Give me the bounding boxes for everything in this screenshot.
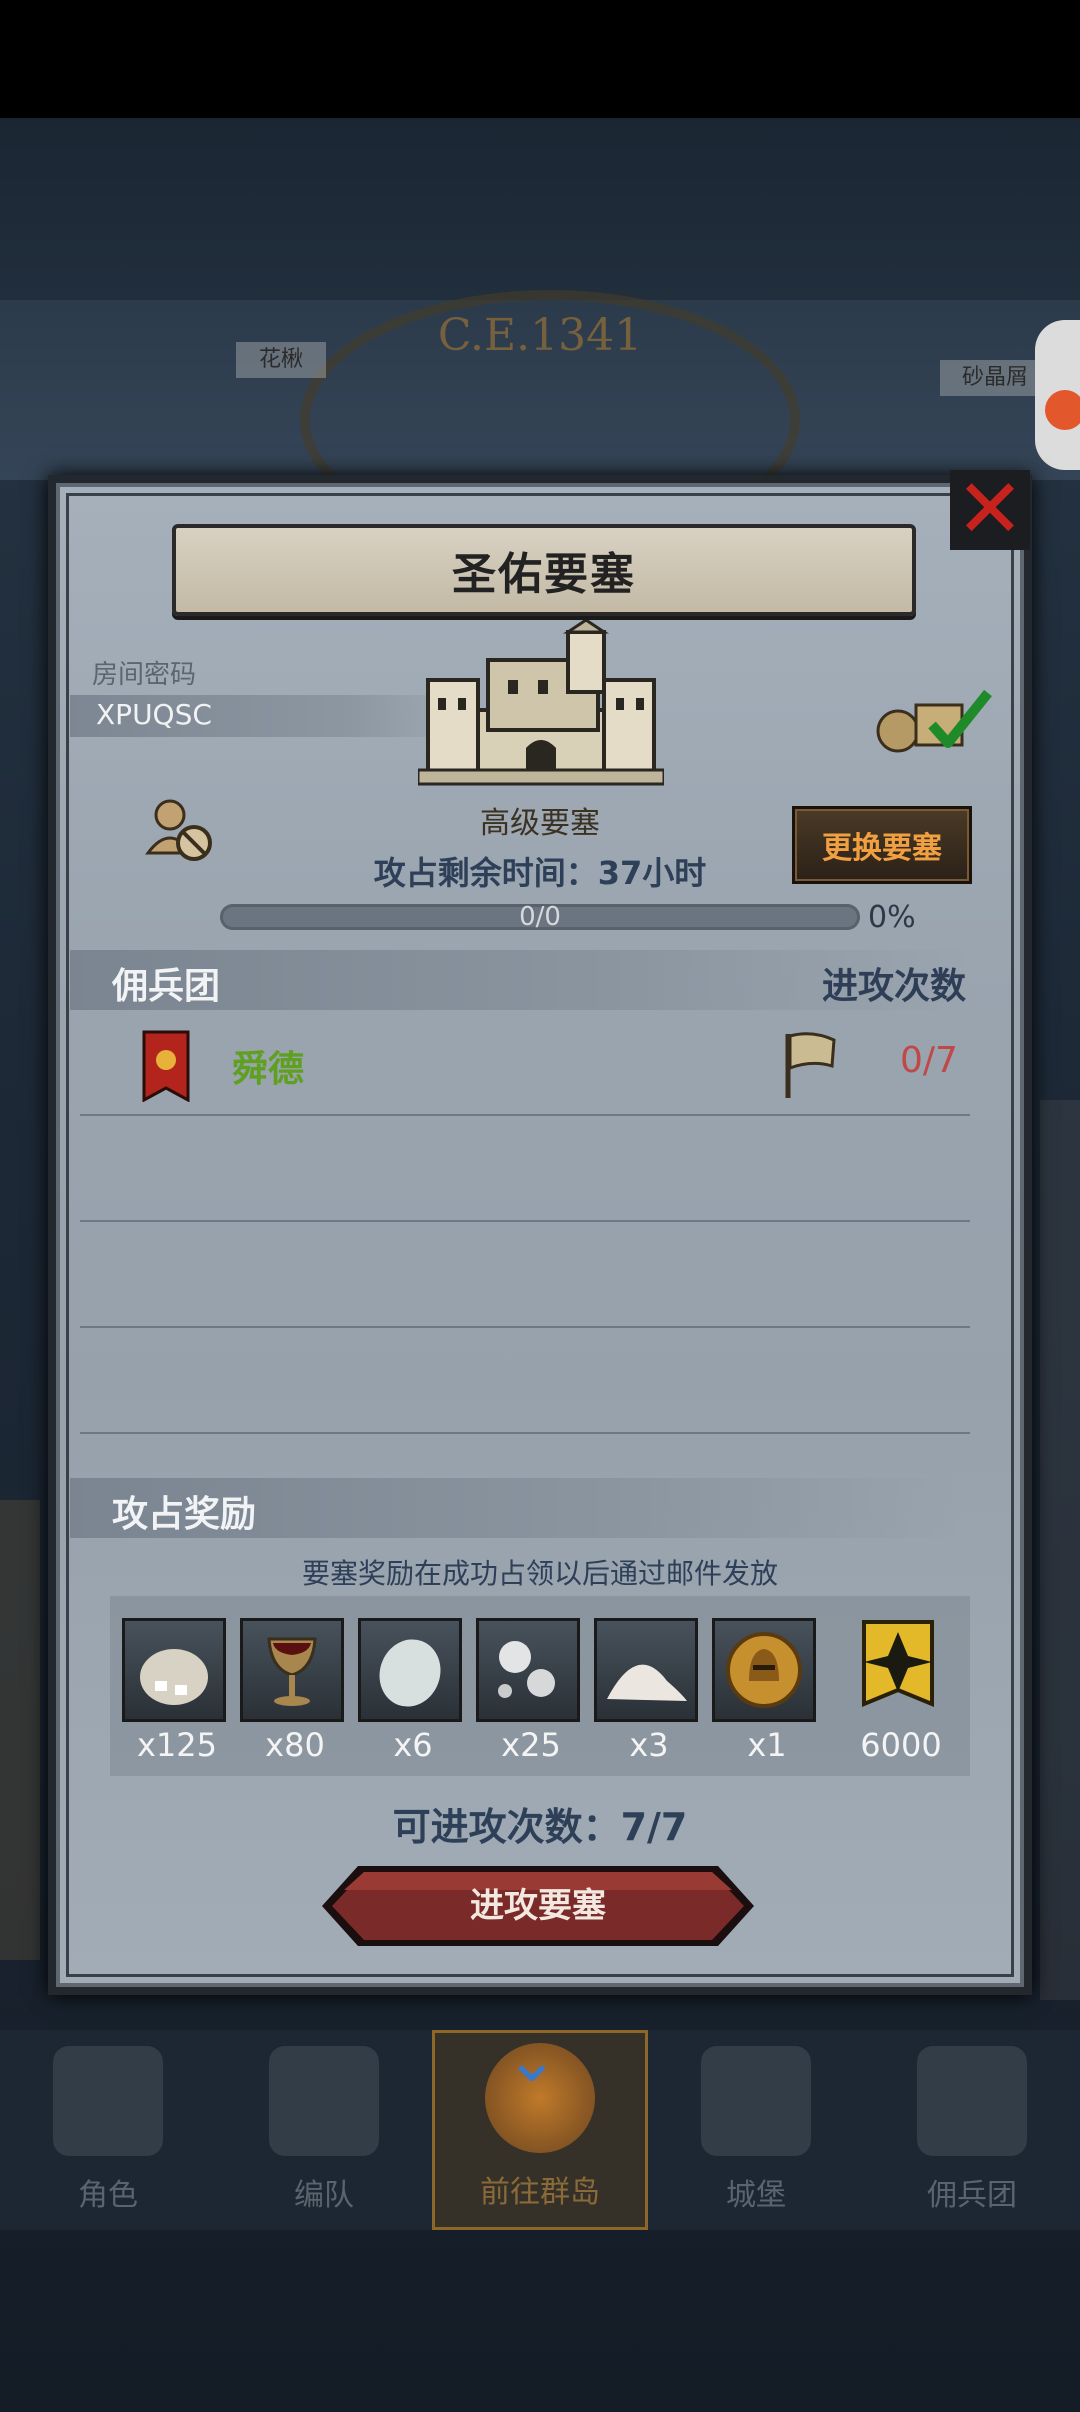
attack-fortress-button[interactable]: 进攻要塞 — [322, 1866, 754, 1946]
goblet-icon — [240, 1618, 344, 1722]
nav-item-character[interactable]: 角色 — [0, 2030, 216, 2230]
nav-item-mercenary[interactable]: 佣兵团 — [864, 2030, 1080, 2230]
castle-icon — [701, 2046, 811, 2156]
reward-item[interactable]: x25 — [476, 1618, 586, 1764]
background-year: C.E.1341 — [437, 310, 643, 361]
flag-icon — [785, 1032, 836, 1098]
background-chip-right: 砂晶屑 — [940, 360, 1050, 396]
dialog-title: 圣佑要塞 — [452, 549, 636, 600]
bottom-nav: 角色 编队 ⌄ 前往群岛 城堡 佣兵团 — [0, 2023, 1080, 2230]
change-fortress-button[interactable]: 更换要塞 — [792, 806, 972, 884]
powder-pile-icon — [594, 1618, 698, 1722]
background-right-panel — [1040, 1100, 1080, 2000]
fortress-type-label: 高级要塞 — [480, 806, 600, 841]
mercenary-attack-count: 0/7 — [900, 1040, 958, 1081]
nav-item-islands[interactable]: ⌄ 前往群岛 — [432, 2023, 648, 2230]
mercenary-icon — [917, 2046, 1027, 2156]
reward-item[interactable]: x3 — [594, 1618, 704, 1764]
mercenary-name[interactable]: 舜德 — [232, 1040, 304, 1092]
knight-icon — [53, 2046, 163, 2156]
rank-badge-icon — [846, 1618, 950, 1722]
silver-orbs-icon — [476, 1618, 580, 1722]
row-divider — [80, 1220, 970, 1222]
background-left-panel — [0, 1500, 40, 1960]
reward-qty: x125 — [136, 1726, 217, 1764]
status-bar — [0, 0, 1080, 118]
close-x-icon: ✕ — [955, 462, 1025, 557]
background-chip-left: 花楸 — [236, 342, 326, 378]
attacks-remaining: 可进攻次数：7/7 — [392, 1805, 688, 1849]
occupy-progress-label: 0/0 — [519, 902, 561, 932]
remaining-time: 攻占剩余时间：37小时 — [373, 854, 707, 892]
attack-fortress-label: 进攻要塞 — [470, 1886, 606, 1926]
close-button[interactable]: ✕ — [950, 462, 1030, 557]
nav-item-formation[interactable]: 编队 — [216, 2030, 432, 2230]
nav-label: 前往群岛 — [480, 2175, 600, 2210]
nav-label: 城堡 — [726, 2178, 786, 2213]
no-person-icon[interactable] — [144, 797, 214, 863]
reward-qty: x3 — [629, 1726, 669, 1764]
reward-qty: x1 — [747, 1726, 787, 1764]
reward-item[interactable]: x6 — [358, 1618, 468, 1764]
bag-check-icon[interactable] — [876, 685, 996, 755]
reward-item[interactable]: x1 — [712, 1618, 822, 1764]
reward-header: 攻占奖励 — [112, 1494, 257, 1535]
fortress-icon — [418, 620, 664, 786]
mercenary-header: 佣兵团 — [112, 966, 221, 1007]
row-divider — [80, 1432, 970, 1434]
stone-icon — [358, 1618, 462, 1722]
side-floating-button[interactable] — [1035, 320, 1080, 470]
reward-item[interactable]: x80 — [240, 1618, 350, 1764]
occupy-progress-bar: 0/0 — [220, 902, 860, 932]
reward-qty: x6 — [393, 1726, 433, 1764]
title-banner: 圣佑要塞 — [172, 524, 916, 616]
room-code-value[interactable]: XPUQSC — [96, 698, 212, 731]
helmet-coin-icon — [712, 1618, 816, 1722]
reward-item[interactable]: 6000 — [846, 1618, 956, 1764]
nav-label: 角色 — [78, 2178, 138, 2213]
attack-count-header: 进攻次数 — [822, 966, 967, 1007]
reward-item[interactable]: x125 — [122, 1618, 232, 1764]
reward-note: 要塞奖励在成功占领以后通过邮件发放 — [301, 1557, 778, 1590]
reward-qty: x80 — [265, 1726, 325, 1764]
occupy-progress-percent: 0% — [868, 900, 916, 935]
nav-item-castle[interactable]: 城堡 — [648, 2030, 864, 2230]
change-fortress-label: 更换要塞 — [822, 831, 942, 866]
row-divider — [80, 1114, 970, 1116]
guild-banner-icon — [142, 1030, 190, 1102]
room-code-label: 房间密码 — [92, 660, 197, 690]
nav-label: 编队 — [294, 2178, 354, 2213]
formation-icon — [269, 2046, 379, 2156]
sack-icon — [122, 1618, 226, 1722]
chevron-down-icon: ⌄ — [505, 2023, 559, 2097]
reward-qty: x25 — [501, 1726, 561, 1764]
row-divider — [80, 1326, 970, 1328]
nav-label: 佣兵团 — [927, 2178, 1017, 2213]
reward-qty: 6000 — [860, 1726, 942, 1764]
